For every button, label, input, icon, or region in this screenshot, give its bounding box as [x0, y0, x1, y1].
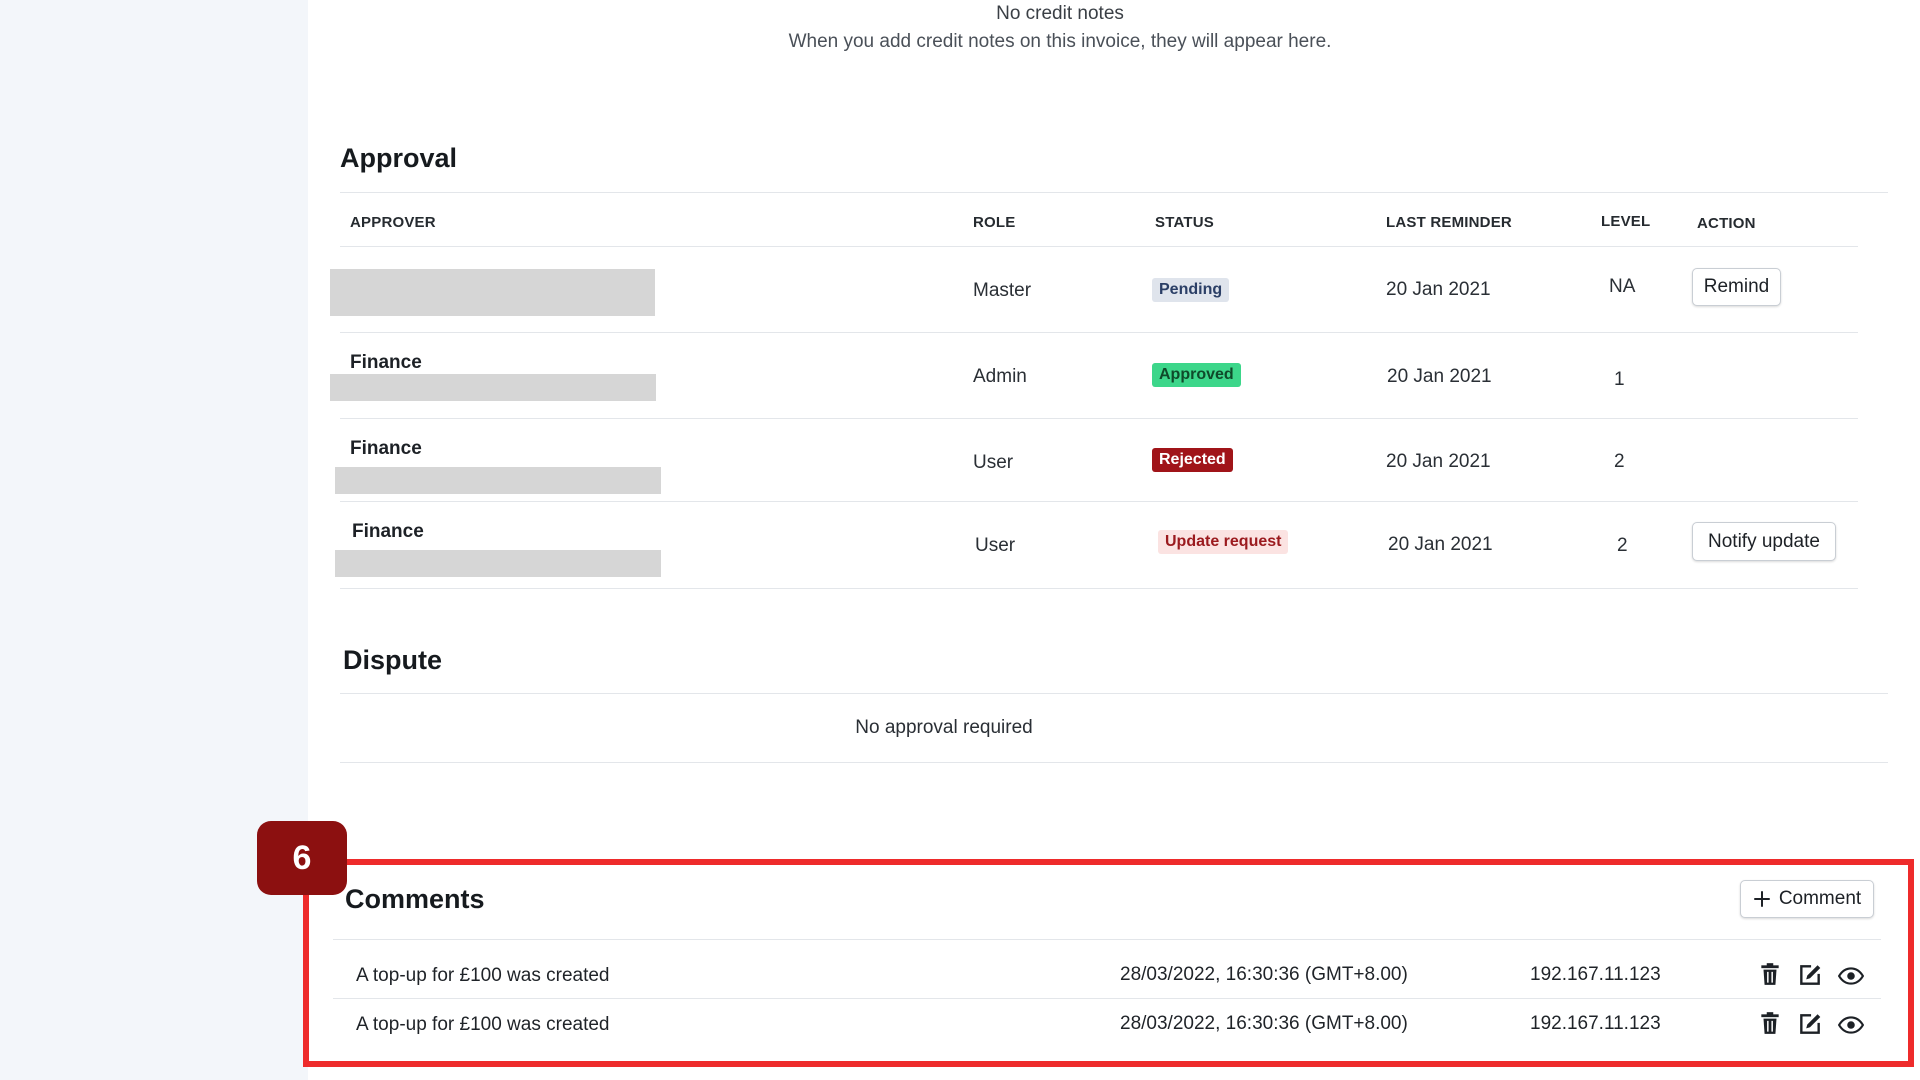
- last-reminder-cell: 20 Jan 2021: [1386, 279, 1491, 300]
- add-comment-button[interactable]: Comment: [1740, 880, 1874, 918]
- edit-icon[interactable]: [1797, 962, 1823, 988]
- comment-text: A top-up for £100 was created: [356, 965, 610, 986]
- comment-timestamp: 28/03/2022, 16:30:36 (GMT+8.00): [1120, 1013, 1408, 1034]
- column-header-action: ACTION: [1697, 215, 1756, 232]
- comment-ip: 192.167.11.123: [1530, 1013, 1661, 1034]
- redacted-approver-detail: [335, 550, 661, 577]
- comments-divider: [333, 939, 1881, 940]
- dispute-title: Dispute: [343, 645, 443, 675]
- sidebar: [0, 0, 308, 1080]
- level-cell: 2: [1614, 451, 1625, 472]
- comment-timestamp: 28/03/2022, 16:30:36 (GMT+8.00): [1120, 964, 1408, 985]
- approver-name: Finance: [352, 521, 424, 542]
- comment-ip: 192.167.11.123: [1530, 964, 1661, 985]
- redacted-approver: [330, 269, 655, 316]
- status-badge: Pending: [1152, 278, 1230, 302]
- eye-icon[interactable]: [1838, 1012, 1864, 1038]
- row-divider: [340, 501, 1858, 502]
- role-cell: Master: [973, 280, 1032, 301]
- status-badge: Rejected: [1152, 448, 1233, 472]
- approval-divider: [340, 192, 1888, 193]
- eye-icon[interactable]: [1838, 963, 1864, 989]
- credit-notes-empty-state: No credit notes When you add credit note…: [700, 0, 1420, 58]
- table-header-divider: [340, 246, 1858, 247]
- comment-text: A top-up for £100 was created: [356, 1014, 610, 1035]
- role-cell: Admin: [973, 366, 1027, 387]
- role-cell: User: [973, 452, 1014, 473]
- row-divider: [340, 588, 1858, 589]
- redacted-approver-detail: [330, 374, 656, 401]
- comments-title: Comments: [345, 884, 485, 914]
- step-number-badge: 6: [257, 821, 347, 895]
- credit-notes-empty-title: No credit notes: [996, 3, 1124, 24]
- column-header-level: LEVEL: [1601, 213, 1651, 230]
- level-cell: 2: [1617, 535, 1628, 556]
- column-header-last-reminder: LAST REMINDER: [1386, 214, 1512, 231]
- row-divider: [340, 332, 1858, 333]
- dispute-empty-message: No approval required: [855, 717, 1033, 738]
- column-header-role: ROLE: [973, 214, 1016, 231]
- level-cell: NA: [1609, 276, 1636, 297]
- column-header-approver: APPROVER: [350, 214, 436, 231]
- last-reminder-cell: 20 Jan 2021: [1388, 534, 1493, 555]
- plus-icon: [1753, 891, 1770, 907]
- approver-name: Finance: [350, 438, 422, 459]
- trash-icon[interactable]: [1757, 1010, 1783, 1036]
- approver-name: Finance: [350, 352, 422, 373]
- comment-row-divider: [333, 998, 1881, 999]
- approval-title: Approval: [340, 143, 458, 173]
- status-badge: Approved: [1152, 363, 1241, 387]
- status-badge: Update request: [1158, 530, 1289, 554]
- column-header-status: STATUS: [1155, 214, 1214, 231]
- last-reminder-cell: 20 Jan 2021: [1386, 451, 1491, 472]
- dispute-bottom-divider: [340, 762, 1888, 763]
- redacted-approver-detail: [335, 467, 661, 494]
- trash-icon[interactable]: [1757, 961, 1783, 987]
- credit-notes-empty-message: When you add credit notes on this invoic…: [788, 31, 1332, 52]
- edit-icon[interactable]: [1797, 1011, 1823, 1037]
- add-comment-label: Comment: [1778, 888, 1862, 909]
- last-reminder-cell: 20 Jan 2021: [1387, 366, 1492, 387]
- dispute-divider: [340, 693, 1888, 694]
- remind-button[interactable]: Remind: [1692, 268, 1781, 306]
- notify-update-button[interactable]: Notify update: [1692, 522, 1836, 561]
- level-cell: 1: [1614, 369, 1625, 390]
- row-divider: [340, 418, 1858, 419]
- role-cell: User: [975, 535, 1016, 556]
